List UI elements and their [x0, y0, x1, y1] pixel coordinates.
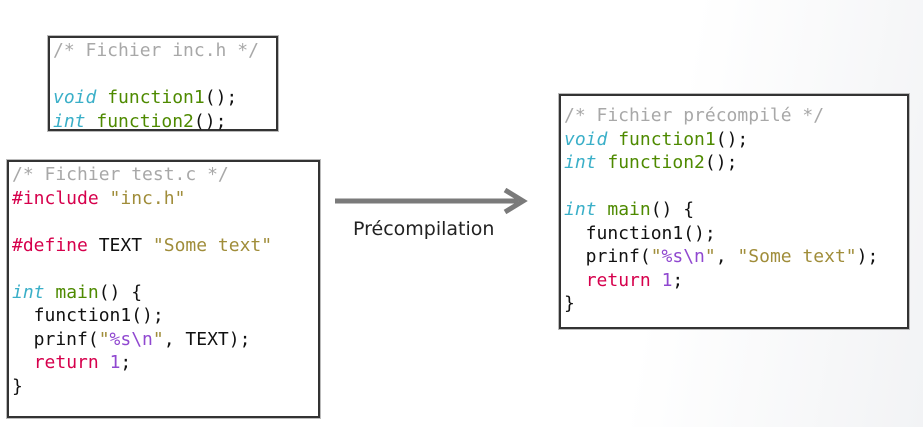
code-line: /* Fichier précompilé */ — [564, 104, 904, 128]
code-token: (); — [204, 87, 238, 108]
code-token: void — [53, 87, 97, 108]
code-token: int — [12, 281, 45, 303]
code-token: "Some text" — [152, 234, 273, 256]
code-line: void function1(); — [564, 128, 904, 152]
code-line: void function1(); — [53, 86, 273, 110]
code-token: function1(); — [564, 222, 716, 244]
code-token: function1 — [107, 87, 205, 108]
right-arrow-icon — [335, 188, 528, 215]
code-token: /* Fichier test.c */ — [12, 164, 229, 185]
precompilation-label: Précompilation — [353, 218, 495, 240]
code-token: int — [564, 199, 597, 220]
code-token: prinf( — [12, 328, 99, 350]
code-token: ; — [120, 352, 132, 373]
code-line: /* Fichier test.c */ — [12, 163, 315, 187]
code-line: /* Fichier inc.h */ — [53, 39, 273, 63]
code-token: main — [607, 199, 651, 220]
code-token: 1 — [661, 269, 673, 291]
code-token: int — [53, 110, 86, 132]
code-token: "Some text" — [737, 246, 857, 267]
code-token: #include — [12, 187, 99, 209]
code-line: int main() { — [12, 281, 315, 305]
code-token: function2 — [607, 152, 705, 173]
code-token: " — [650, 246, 662, 267]
code-token: } — [12, 375, 23, 397]
code-line: int function2(); — [564, 151, 904, 175]
code-line: return 1; — [564, 269, 904, 293]
code-token: #define — [12, 234, 88, 256]
code-line: int main() { — [564, 198, 904, 222]
code-token: prinf( — [564, 246, 651, 267]
code-token: 1 — [109, 352, 121, 373]
code-token: %s\n — [109, 328, 153, 350]
code-token: " — [98, 328, 110, 350]
code-token: " — [152, 328, 164, 350]
code-token: function1(); — [12, 305, 164, 326]
code-line: int function2(); — [53, 110, 273, 134]
code-token: function2 — [96, 110, 194, 132]
code-line: return 1; — [12, 351, 315, 375]
code-token: ); — [856, 246, 879, 267]
code-line: prinf("%s\n", "Some text"); — [564, 245, 904, 269]
code-token: /* Fichier inc.h */ — [53, 40, 259, 61]
code-token: () { — [650, 199, 695, 220]
code-token: " — [704, 246, 716, 267]
code-box-precompiled: /* Fichier précompilé */void function1()… — [559, 94, 909, 329]
code-token: ; — [672, 269, 684, 291]
code-token: , TEXT); — [163, 328, 251, 350]
code-token: , — [715, 246, 738, 267]
code-token: return — [585, 269, 651, 291]
code-token: void — [564, 128, 608, 150]
code-line: prinf("%s\n", TEXT); — [12, 328, 315, 352]
code-line: } — [12, 375, 315, 399]
code-line: function1(); — [12, 304, 315, 328]
code-line: #define TEXT "Some text" — [12, 234, 315, 258]
code-token: "inc.h" — [109, 187, 186, 209]
code-token: () { — [98, 281, 143, 303]
code-token: (); — [193, 110, 227, 132]
code-box-test-c: /* Fichier test.c */#include "inc.h" #def… — [7, 160, 320, 418]
code-line: function1(); — [564, 222, 904, 246]
code-token: } — [564, 293, 575, 314]
code-box-inc-h: /* Fichier inc.h */ void function1(); int … — [48, 36, 278, 134]
code-line: } — [564, 292, 904, 316]
code-token: int — [564, 152, 597, 173]
code-token: main — [55, 281, 99, 303]
code-token: %s\n — [661, 246, 705, 267]
code-token: (); — [704, 152, 738, 173]
code-token: function1 — [618, 128, 716, 150]
code-token: return — [33, 352, 99, 373]
code-token: (); — [715, 128, 749, 150]
code-token: /* Fichier précompilé */ — [564, 105, 825, 126]
code-line: #include "inc.h" — [12, 187, 315, 211]
code-token: TEXT — [87, 234, 153, 256]
